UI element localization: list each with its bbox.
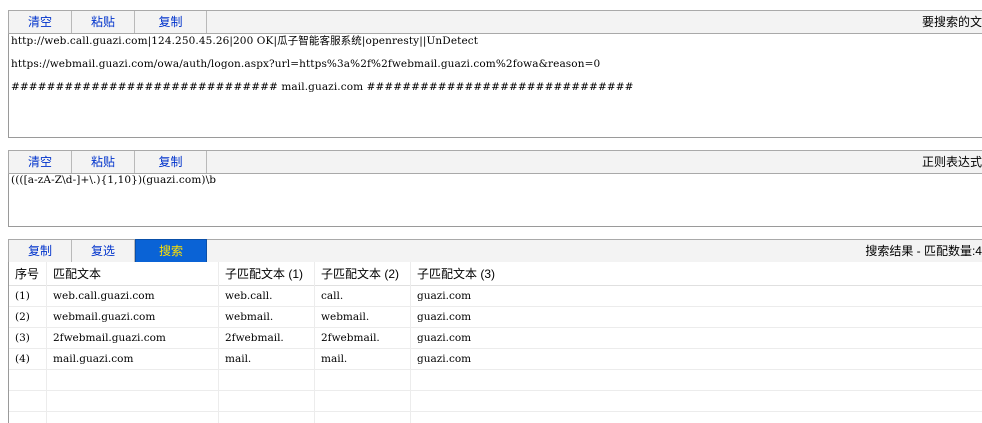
- empty-cell: [47, 391, 219, 412]
- regex-clear-button[interactable]: 清空: [9, 151, 72, 173]
- text-line: https://webmail.guazi.com/owa/auth/logon…: [11, 58, 601, 70]
- row-index: (3): [9, 328, 47, 349]
- empty-row: [9, 370, 982, 391]
- empty-cell: [9, 412, 47, 423]
- row-index: (2): [9, 307, 47, 328]
- group-1-text: mail.: [219, 349, 315, 370]
- empty-cell: [315, 391, 411, 412]
- empty-row: [9, 412, 982, 423]
- match-text: 2fwebmail.guazi.com: [47, 328, 219, 349]
- regex-panel-title: 正则表达式: [921, 155, 982, 169]
- input-panel-title: 要搜索的文: [921, 15, 982, 29]
- table-row[interactable]: (2) webmail.guazi.com webmail. webmail. …: [9, 307, 982, 328]
- row-index: (4): [9, 349, 47, 370]
- text-line: ############################## mail.guaz…: [11, 81, 634, 93]
- group-2-text: webmail.: [315, 307, 411, 328]
- empty-cell: [219, 370, 315, 391]
- text-line: http://web.call.guazi.com|124.250.45.26|…: [11, 35, 479, 47]
- table-row[interactable]: (4) mail.guazi.com mail. mail. guazi.com: [9, 349, 982, 370]
- column-header-group-2[interactable]: 子匹配文本 (2): [315, 262, 411, 286]
- empty-cell: [47, 412, 219, 423]
- regex-copy-button[interactable]: 复制: [135, 151, 207, 173]
- column-header-match[interactable]: 匹配文本: [47, 262, 219, 286]
- input-toolbar: 清空 粘贴 复制 要搜索的文: [8, 10, 982, 34]
- results-toolbar: 复制 复选 搜索 搜索结果 - 匹配数量:4: [8, 239, 982, 263]
- table-row[interactable]: (3) 2fwebmail.guazi.com 2fwebmail. 2fweb…: [9, 328, 982, 349]
- group-1-text: webmail.: [219, 307, 315, 328]
- group-3-text: guazi.com: [417, 353, 472, 365]
- table-row[interactable]: (1) web.call.guazi.com web.call. call. g…: [9, 286, 982, 307]
- regex-toolbar: 清空 粘贴 复制 正则表达式: [8, 150, 982, 174]
- match-text: web.call.guazi.com: [47, 286, 219, 307]
- results-panel-title: 搜索结果 - 匹配数量:4: [865, 244, 982, 258]
- column-header-group-1[interactable]: 子匹配文本 (1): [219, 262, 315, 286]
- results-grid: 序号 匹配文本 子匹配文本 (1) 子匹配文本 (2) 子匹配文本 (3) (1…: [8, 262, 982, 423]
- match-text: webmail.guazi.com: [47, 307, 219, 328]
- column-header-index[interactable]: 序号: [9, 262, 47, 286]
- search-text-area[interactable]: http://web.call.guazi.com|124.250.45.26|…: [8, 34, 982, 138]
- results-grid-header: 序号 匹配文本 子匹配文本 (1) 子匹配文本 (2) 子匹配文本 (3): [9, 262, 982, 286]
- group-3-text: guazi.com: [417, 311, 472, 323]
- match-text: mail.guazi.com: [47, 349, 219, 370]
- empty-row: [9, 391, 982, 412]
- text-line: [9, 48, 982, 58]
- group-1-text: web.call.: [219, 286, 315, 307]
- input-paste-button[interactable]: 粘贴: [72, 11, 135, 33]
- multi-select-button[interactable]: 复选: [72, 240, 135, 262]
- empty-cell: [315, 412, 411, 423]
- group-3-text: guazi.com: [417, 332, 472, 344]
- column-header-group-3[interactable]: 子匹配文本 (3): [411, 262, 982, 286]
- empty-cell: [9, 370, 47, 391]
- regex-input[interactable]: ((([a-zA-Z\d-]+\.){1,10})(guazi.com)\b: [8, 174, 982, 227]
- regex-paste-button[interactable]: 粘贴: [72, 151, 135, 173]
- empty-cell: [47, 370, 219, 391]
- group-3-text: guazi.com: [417, 290, 472, 302]
- row-index: (1): [9, 286, 47, 307]
- text-line: [9, 71, 982, 81]
- input-copy-button[interactable]: 复制: [135, 11, 207, 33]
- search-button[interactable]: 搜索: [135, 239, 207, 263]
- input-clear-button[interactable]: 清空: [9, 11, 72, 33]
- empty-cell: [9, 391, 47, 412]
- empty-cell: [315, 370, 411, 391]
- group-1-text: 2fwebmail.: [219, 328, 315, 349]
- empty-cell: [219, 391, 315, 412]
- results-copy-button[interactable]: 复制: [9, 240, 72, 262]
- regex-pattern-text: ((([a-zA-Z\d-]+\.){1,10})(guazi.com)\b: [11, 174, 217, 186]
- empty-cell: [219, 412, 315, 423]
- group-2-text: 2fwebmail.: [315, 328, 411, 349]
- group-2-text: call.: [315, 286, 411, 307]
- group-2-text: mail.: [315, 349, 411, 370]
